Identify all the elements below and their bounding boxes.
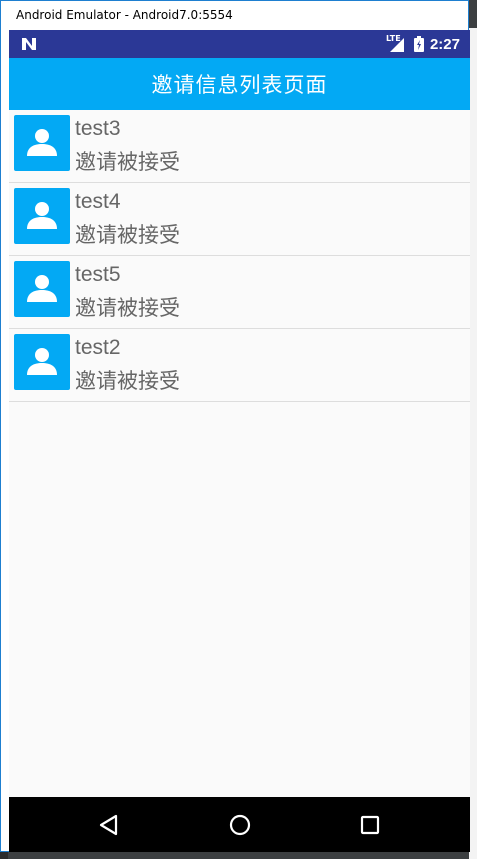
invite-status: 邀请被接受 [75, 296, 180, 320]
user-icon [27, 129, 57, 156]
invitee-name: test5 [75, 263, 121, 286]
avatar [14, 115, 70, 171]
invite-status: 邀请被接受 [75, 369, 180, 393]
list-item[interactable]: test4 邀请被接受 [9, 183, 470, 256]
invite-status: 邀请被接受 [75, 150, 180, 174]
user-icon [27, 348, 57, 375]
invitee-name: test2 [75, 336, 121, 359]
clock: 2:27 [429, 35, 460, 53]
back-triangle-icon[interactable] [95, 811, 123, 839]
window-title: Android Emulator - Android7.0:5554 [16, 8, 233, 22]
page-title: 邀请信息列表页面 [151, 73, 328, 97]
recent-square-icon[interactable] [356, 811, 384, 839]
list-item[interactable]: test2 邀请被接受 [9, 329, 470, 402]
avatar [14, 261, 70, 317]
user-icon [27, 202, 57, 229]
user-icon [27, 275, 57, 302]
lte-signal-icon: LTE [386, 34, 408, 52]
avatar [14, 188, 70, 244]
background-ide-right [469, 28, 477, 859]
status-icons: LTE 2:27 [386, 34, 460, 54]
battery-charging-icon [413, 36, 424, 52]
list-item[interactable]: test5 邀请被接受 [9, 256, 470, 329]
device-screen: LTE 2:27 邀请信息列表页面 test3 邀请被接受 test4 邀请被接… [9, 30, 470, 852]
navigation-bar [9, 797, 470, 852]
status-bar: LTE 2:27 [9, 30, 470, 58]
android-n-icon [22, 38, 36, 50]
avatar [14, 334, 70, 390]
emulator-window: Android Emulator - Android7.0:5554 LTE 2… [0, 0, 470, 852]
invite-status: 邀请被接受 [75, 223, 180, 247]
app-bar: 邀请信息列表页面 [9, 58, 470, 110]
invitee-name: test4 [75, 190, 121, 213]
invitee-name: test3 [75, 117, 121, 140]
home-circle-icon[interactable] [226, 811, 254, 839]
invite-list: test3 邀请被接受 test4 邀请被接受 test5 邀请被接受 test… [9, 110, 470, 402]
list-item[interactable]: test3 邀请被接受 [9, 110, 470, 183]
window-titlebar[interactable]: Android Emulator - Android7.0:5554 [1, 1, 468, 30]
